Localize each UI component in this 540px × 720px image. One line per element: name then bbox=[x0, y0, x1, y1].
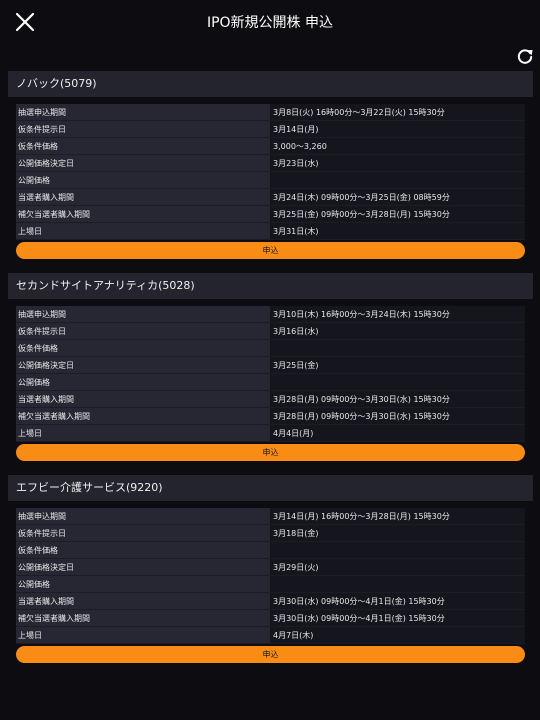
row-label: 補欠当選者購入期間 bbox=[16, 610, 270, 627]
row-value bbox=[270, 172, 525, 189]
row-value: 3月14日(月) bbox=[270, 121, 525, 138]
row-label: 仮条件価格 bbox=[16, 340, 270, 357]
table-row: 抽選申込期間 3月10日(木) 16時00分～3月24日(木) 15時30分 bbox=[16, 306, 525, 323]
row-label: 公開価格決定日 bbox=[16, 559, 270, 576]
table-row: 仮条件提示日 3月14日(月) bbox=[16, 121, 525, 138]
table-row: 仮条件提示日 3月18日(金) bbox=[16, 525, 525, 542]
section-title: セカンドサイトアナリティカ(5028) bbox=[8, 273, 533, 299]
table-row: 上場日 3月31日(木) bbox=[16, 223, 525, 240]
row-value: 3月16日(水) bbox=[270, 323, 525, 340]
row-label: 公開価格決定日 bbox=[16, 357, 270, 374]
ipo-section: エフビー介護サービス(9220) 抽選申込期間 3月14日(月) 16時00分～… bbox=[8, 475, 533, 663]
row-value: 3月28日(月) 09時00分～3月30日(水) 15時30分 bbox=[270, 391, 525, 408]
refresh-button[interactable] bbox=[515, 47, 535, 67]
table-row: 公開価格 bbox=[16, 172, 525, 189]
row-value: 3月10日(木) 16時00分～3月24日(木) 15時30分 bbox=[270, 306, 525, 323]
table-row: 公開価格決定日 3月29日(火) bbox=[16, 559, 525, 576]
row-value: 3月31日(木) bbox=[270, 223, 525, 240]
row-label: 上場日 bbox=[16, 425, 270, 442]
table-row: 抽選申込期間 3月8日(火) 16時00分～3月22日(火) 15時30分 bbox=[16, 104, 525, 121]
table-row: 仮条件価格 bbox=[16, 542, 525, 559]
row-value: 3,000～3,260 bbox=[270, 138, 525, 155]
app-header: IPO新規公開株 申込 bbox=[0, 0, 540, 44]
refresh-icon bbox=[517, 49, 533, 64]
table-row: 仮条件価格 bbox=[16, 340, 525, 357]
apply-button[interactable]: 申込 bbox=[16, 444, 525, 461]
table-row: 当選者購入期間 3月28日(月) 09時00分～3月30日(水) 15時30分 bbox=[16, 391, 525, 408]
ipo-section: ノバック(5079) 抽選申込期間 3月8日(火) 16時00分～3月22日(火… bbox=[8, 71, 533, 259]
row-value: 3月14日(月) 16時00分～3月28日(月) 15時30分 bbox=[270, 508, 525, 525]
table-row: 公開価格 bbox=[16, 576, 525, 593]
table-row: 上場日 4月7日(木) bbox=[16, 627, 525, 644]
row-value: 3月24日(木) 09時00分～3月25日(金) 08時59分 bbox=[270, 189, 525, 206]
row-value: 3月30日(水) 09時00分～4月1日(金) 15時30分 bbox=[270, 610, 525, 627]
row-label: 公開価格 bbox=[16, 172, 270, 189]
row-label: 仮条件価格 bbox=[16, 542, 270, 559]
row-label: 仮条件提示日 bbox=[16, 323, 270, 340]
row-label: 当選者購入期間 bbox=[16, 189, 270, 206]
table-row: 当選者購入期間 3月30日(水) 09時00分～4月1日(金) 15時30分 bbox=[16, 593, 525, 610]
row-label: 抽選申込期間 bbox=[16, 508, 270, 525]
table-row: 補欠当選者購入期間 3月25日(金) 09時00分～3月28日(月) 15時30… bbox=[16, 206, 525, 223]
apply-button[interactable]: 申込 bbox=[16, 646, 525, 663]
table-row: 仮条件価格 3,000～3,260 bbox=[16, 138, 525, 155]
row-label: 補欠当選者購入期間 bbox=[16, 206, 270, 223]
table-row: 公開価格決定日 3月25日(金) bbox=[16, 357, 525, 374]
apply-button[interactable]: 申込 bbox=[16, 242, 525, 259]
row-value: 3月18日(金) bbox=[270, 525, 525, 542]
row-value bbox=[270, 542, 525, 559]
table-row: 抽選申込期間 3月14日(月) 16時00分～3月28日(月) 15時30分 bbox=[16, 508, 525, 525]
ipo-table: 抽選申込期間 3月14日(月) 16時00分～3月28日(月) 15時30分 仮… bbox=[8, 508, 533, 663]
row-value: 3月30日(水) 09時00分～4月1日(金) 15時30分 bbox=[270, 593, 525, 610]
row-label: 補欠当選者購入期間 bbox=[16, 408, 270, 425]
row-label: 抽選申込期間 bbox=[16, 306, 270, 323]
row-value: 4月4日(月) bbox=[270, 425, 525, 442]
row-label: 仮条件提示日 bbox=[16, 525, 270, 542]
section-title: ノバック(5079) bbox=[8, 71, 533, 97]
ipo-table: 抽選申込期間 3月8日(火) 16時00分～3月22日(火) 15時30分 仮条… bbox=[8, 104, 533, 259]
row-label: 上場日 bbox=[16, 627, 270, 644]
row-label: 公開価格決定日 bbox=[16, 155, 270, 172]
row-value: 4月7日(木) bbox=[270, 627, 525, 644]
ipo-table: 抽選申込期間 3月10日(木) 16時00分～3月24日(木) 15時30分 仮… bbox=[8, 306, 533, 461]
row-value: 3月29日(火) bbox=[270, 559, 525, 576]
row-label: 上場日 bbox=[16, 223, 270, 240]
row-value: 3月25日(金) bbox=[270, 357, 525, 374]
row-value bbox=[270, 374, 525, 391]
row-label: 当選者購入期間 bbox=[16, 593, 270, 610]
row-label: 当選者購入期間 bbox=[16, 391, 270, 408]
table-row: 補欠当選者購入期間 3月28日(月) 09時00分～3月30日(水) 15時30… bbox=[16, 408, 525, 425]
row-value: 3月25日(金) 09時00分～3月28日(月) 15時30分 bbox=[270, 206, 525, 223]
table-row: 公開価格 bbox=[16, 374, 525, 391]
page-title: IPO新規公開株 申込 bbox=[206, 15, 334, 31]
row-value bbox=[270, 576, 525, 593]
row-value bbox=[270, 340, 525, 357]
row-label: 公開価格 bbox=[16, 374, 270, 391]
row-value: 3月23日(水) bbox=[270, 155, 525, 172]
row-label: 仮条件価格 bbox=[16, 138, 270, 155]
section-title: エフビー介護サービス(9220) bbox=[8, 475, 533, 501]
row-value: 3月8日(火) 16時00分～3月22日(火) 15時30分 bbox=[270, 104, 525, 121]
row-label: 仮条件提示日 bbox=[16, 121, 270, 138]
row-label: 公開価格 bbox=[16, 576, 270, 593]
table-row: 補欠当選者購入期間 3月30日(水) 09時00分～4月1日(金) 15時30分 bbox=[16, 610, 525, 627]
row-value: 3月28日(月) 09時00分～3月30日(水) 15時30分 bbox=[270, 408, 525, 425]
row-label: 抽選申込期間 bbox=[16, 104, 270, 121]
table-row: 上場日 4月4日(月) bbox=[16, 425, 525, 442]
table-row: 公開価格決定日 3月23日(水) bbox=[16, 155, 525, 172]
table-row: 当選者購入期間 3月24日(木) 09時00分～3月25日(金) 08時59分 bbox=[16, 189, 525, 206]
ipo-section: セカンドサイトアナリティカ(5028) 抽選申込期間 3月10日(木) 16時0… bbox=[8, 273, 533, 461]
table-row: 仮条件提示日 3月16日(水) bbox=[16, 323, 525, 340]
